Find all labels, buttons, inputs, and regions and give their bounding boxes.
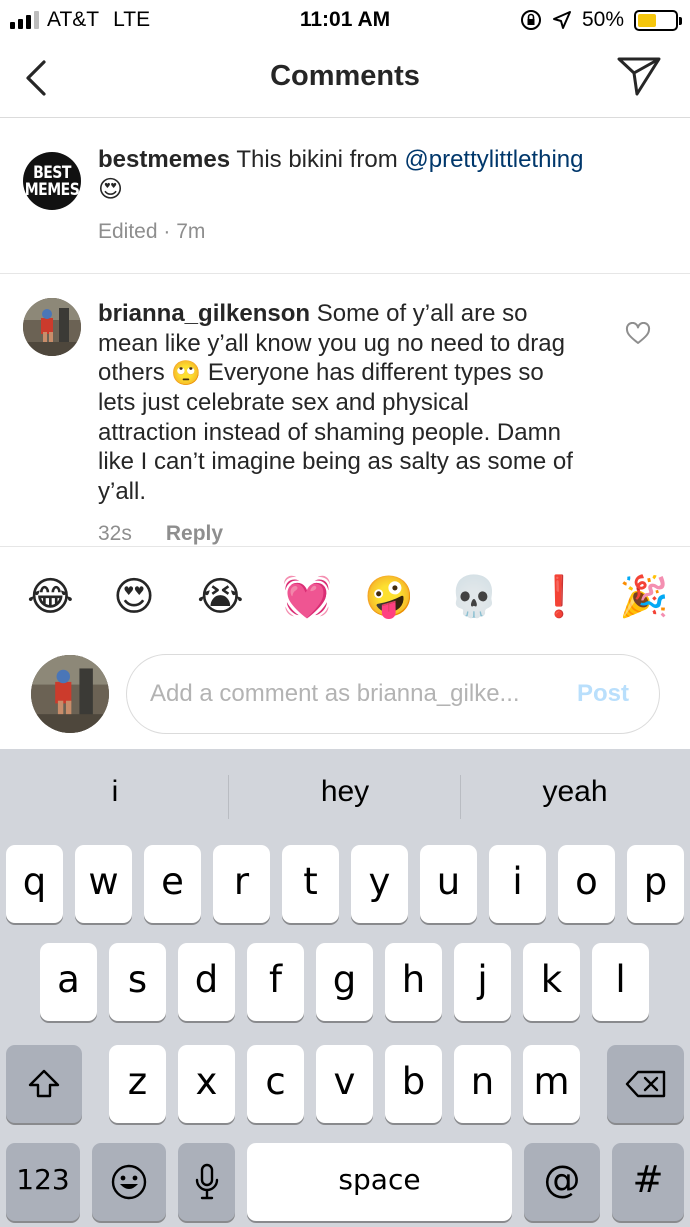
key-a[interactable]: a bbox=[40, 943, 97, 1021]
status-bar: AT&T LTE 11:01 AM 50% bbox=[0, 0, 690, 40]
keyboard: i hey yeah qwertyuiopasdfghjklzxcvbnm 12… bbox=[0, 749, 690, 1227]
key-h[interactable]: h bbox=[385, 943, 442, 1021]
comment-placeholder: Add a comment as brianna_gilke... bbox=[150, 680, 520, 707]
key-z[interactable]: z bbox=[109, 1045, 166, 1123]
microphone-icon bbox=[195, 1163, 218, 1200]
at-key[interactable]: @ bbox=[524, 1143, 600, 1221]
comment-username[interactable]: brianna_gilkenson bbox=[98, 300, 310, 327]
key-p[interactable]: p bbox=[627, 845, 684, 923]
key-d[interactable]: d bbox=[178, 943, 235, 1021]
paper-plane-icon[interactable] bbox=[616, 54, 662, 98]
comment-meta: 32s Reply bbox=[98, 522, 223, 546]
post-caption: BEST MEMES bestmemes This bikini from @p… bbox=[0, 118, 690, 274]
heart-outline-icon[interactable] bbox=[625, 322, 651, 346]
emoji-party-popper[interactable]: 🎉 bbox=[619, 575, 669, 619]
emoji-keyboard-icon bbox=[111, 1164, 147, 1200]
caption-username[interactable]: bestmemes bbox=[98, 146, 230, 173]
logo-text-line2: MEMES bbox=[24, 179, 80, 200]
location-arrow-icon bbox=[552, 11, 571, 29]
key-r[interactable]: r bbox=[213, 845, 270, 923]
status-right: 50% bbox=[520, 8, 682, 32]
key-t[interactable]: t bbox=[282, 845, 339, 923]
caption-text: bestmemes This bikini from @prettylittle… bbox=[98, 145, 658, 205]
caption-meta: Edited · 7m bbox=[98, 220, 206, 243]
key-n[interactable]: n bbox=[454, 1045, 511, 1123]
comment-composer: Add a comment as brianna_gilke... Post bbox=[0, 647, 690, 749]
heart-eyes-emoji: 😍 bbox=[98, 176, 124, 204]
key-u[interactable]: u bbox=[420, 845, 477, 923]
key-i[interactable]: i bbox=[489, 845, 546, 923]
emoji-tears-of-joy[interactable]: 😂 bbox=[27, 575, 74, 619]
dictation-key[interactable] bbox=[178, 1143, 235, 1221]
emoji-beating-heart[interactable]: 💓 bbox=[282, 575, 332, 619]
emoji-heart-eyes[interactable]: 😍 bbox=[112, 575, 156, 619]
key-f[interactable]: f bbox=[247, 943, 304, 1021]
battery-icon bbox=[634, 9, 682, 31]
key-w[interactable]: w bbox=[75, 845, 132, 923]
comment-item: brianna_gilkenson Some of y’all are so m… bbox=[0, 274, 690, 547]
backspace-key[interactable] bbox=[607, 1045, 684, 1123]
hash-key[interactable]: # bbox=[612, 1143, 684, 1221]
key-o[interactable]: o bbox=[558, 845, 615, 923]
caption-mention[interactable]: @prettylittlething bbox=[404, 146, 583, 173]
orientation-lock-icon bbox=[520, 10, 541, 30]
comment-input[interactable]: Add a comment as brianna_gilke... Post bbox=[126, 654, 660, 734]
predictive-bar: i hey yeah bbox=[0, 749, 690, 841]
key-y[interactable]: y bbox=[351, 845, 408, 923]
key-g[interactable]: g bbox=[316, 943, 373, 1021]
avatar-brianna[interactable] bbox=[23, 298, 81, 356]
emoji-zany-face[interactable]: 🤪 bbox=[364, 575, 414, 619]
space-key[interactable]: space bbox=[247, 1143, 512, 1221]
suggestion-2[interactable]: hey bbox=[230, 775, 460, 809]
key-c[interactable]: c bbox=[247, 1045, 304, 1123]
backspace-icon bbox=[625, 1070, 665, 1098]
suggestion-1[interactable]: i bbox=[0, 775, 230, 809]
page-title: Comments bbox=[270, 60, 420, 92]
comment-text: brianna_gilkenson Some of y’all are so m… bbox=[98, 299, 573, 506]
suggestion-3[interactable]: yeah bbox=[460, 775, 690, 809]
emoji-crying[interactable]: 😭 bbox=[197, 575, 244, 619]
caption-body: This bikini from bbox=[236, 146, 405, 173]
key-b[interactable]: b bbox=[385, 1045, 442, 1123]
post-button[interactable]: Post bbox=[577, 680, 629, 708]
key-l[interactable]: l bbox=[592, 943, 649, 1021]
key-v[interactable]: v bbox=[316, 1045, 373, 1123]
key-k[interactable]: k bbox=[523, 943, 580, 1021]
emoji-skull[interactable]: 💀 bbox=[449, 575, 499, 619]
emoji-exclamation[interactable]: ❗ bbox=[534, 575, 584, 619]
avatar-bestmemes[interactable]: BEST MEMES bbox=[23, 152, 81, 210]
reply-button[interactable]: Reply bbox=[166, 522, 223, 546]
shift-key[interactable] bbox=[6, 1045, 82, 1123]
key-e[interactable]: e bbox=[144, 845, 201, 923]
emoji-quick-bar: 😂 😍 😭 💓 🤪 💀 ❗ 🎉 bbox=[0, 547, 690, 647]
logo-text-line1: BEST bbox=[33, 162, 71, 183]
key-j[interactable]: j bbox=[454, 943, 511, 1021]
key-s[interactable]: s bbox=[109, 943, 166, 1021]
battery-percent: 50% bbox=[581, 8, 624, 31]
shift-icon bbox=[28, 1069, 60, 1098]
key-m[interactable]: m bbox=[523, 1045, 580, 1123]
eye-roll-emoji: 🙄 bbox=[171, 359, 202, 387]
nav-bar: Comments bbox=[0, 40, 690, 118]
comment-time: 32s bbox=[98, 522, 132, 545]
current-user-avatar bbox=[31, 655, 109, 733]
numbers-key[interactable]: 123 bbox=[6, 1143, 80, 1221]
suggestion-divider bbox=[228, 775, 229, 819]
emoji-keyboard-key[interactable] bbox=[92, 1143, 166, 1221]
key-q[interactable]: q bbox=[6, 845, 63, 923]
key-x[interactable]: x bbox=[178, 1045, 235, 1123]
